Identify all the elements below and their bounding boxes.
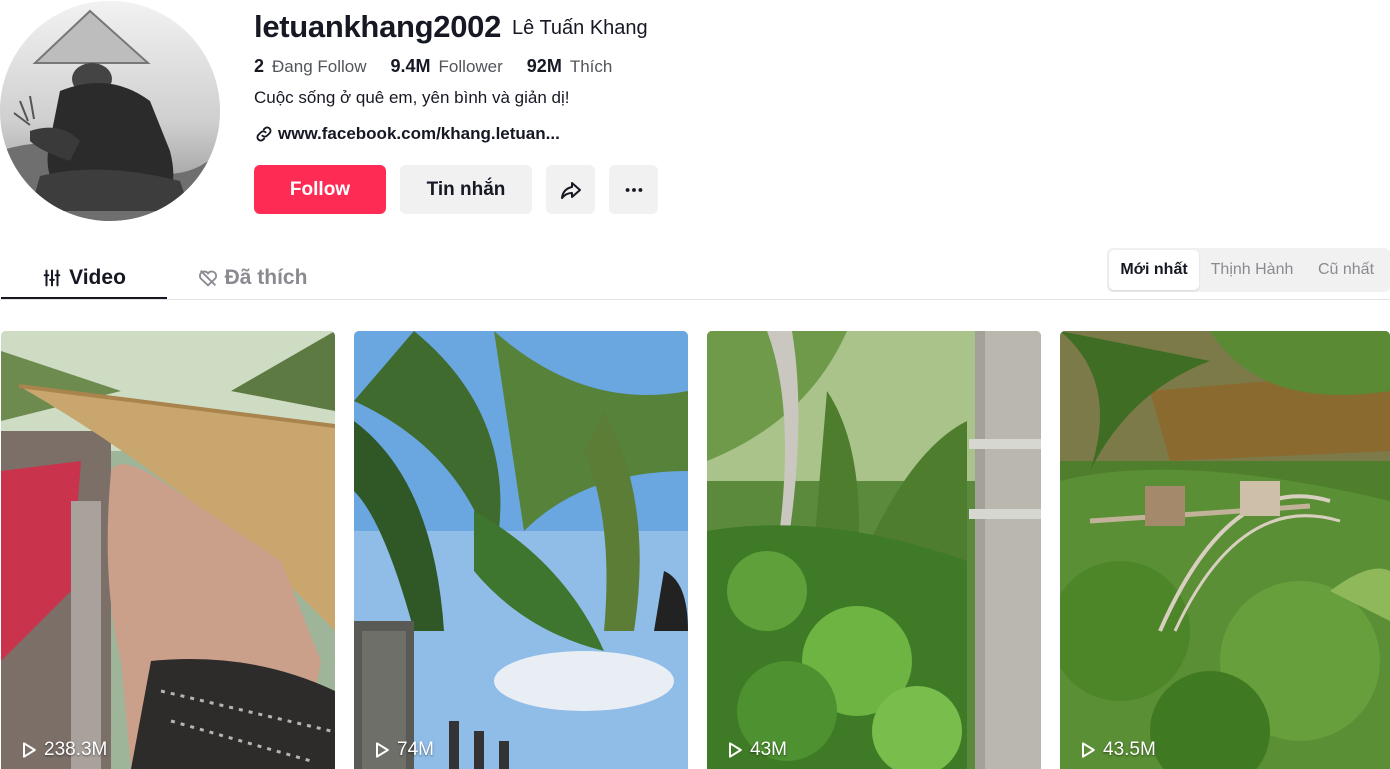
stat-following-count: 2: [254, 56, 265, 76]
grid-icon: [41, 267, 63, 289]
video-thumbnail: [354, 331, 688, 769]
video-card[interactable]: 74M: [354, 331, 688, 769]
video-views: 74M: [372, 739, 434, 761]
profile-link-text: www.facebook.com/khang.letuan...: [278, 124, 560, 143]
profile-bio: Cuộc sống ở quê em, yên bình và giản dị!: [254, 88, 570, 107]
profile-link[interactable]: www.facebook.com/khang.letuan...: [254, 124, 560, 144]
tab-video-label: Video: [69, 266, 126, 289]
video-thumbnail: [707, 331, 1041, 769]
tabs-divider: [0, 299, 1390, 300]
more-dots-icon: [623, 179, 645, 201]
follow-button[interactable]: Follow: [254, 165, 386, 214]
message-button[interactable]: Tin nhắn: [400, 165, 532, 214]
stat-likes-count: 92M: [526, 56, 562, 76]
sort-selector: Mới nhất Thịnh Hành Cũ nhất: [1107, 248, 1390, 292]
stat-following-label: Đang Follow: [272, 57, 367, 76]
play-icon: [19, 740, 39, 760]
play-icon: [725, 740, 745, 760]
stat-followers-count: 9.4M: [390, 56, 431, 76]
more-options-button[interactable]: [609, 165, 658, 214]
sort-trending[interactable]: Thịnh Hành: [1199, 250, 1305, 290]
video-views: 43.5M: [1078, 739, 1156, 761]
video-card[interactable]: 238.3M: [1, 331, 335, 769]
video-thumbnail: [1, 331, 335, 769]
sort-oldest[interactable]: Cũ nhất: [1305, 250, 1387, 290]
stat-followers[interactable]: 9.4M Follower: [391, 56, 503, 77]
video-views: 238.3M: [19, 739, 107, 761]
video-views-count: 74M: [397, 739, 434, 760]
share-icon: [559, 178, 583, 202]
share-button[interactable]: [546, 165, 595, 214]
play-icon: [372, 740, 392, 760]
profile-nickname: Lê Tuấn Khang: [512, 17, 648, 39]
video-views-count: 43.5M: [1103, 739, 1156, 760]
stat-followers-label: Follower: [438, 57, 503, 76]
video-card[interactable]: 43.5M: [1060, 331, 1390, 769]
tab-liked[interactable]: Đã thích: [167, 258, 337, 298]
stat-following[interactable]: 2 Đang Follow: [254, 56, 367, 77]
video-views-count: 238.3M: [44, 739, 108, 760]
avatar-image: [0, 1, 220, 221]
tab-liked-label: Đã thích: [224, 266, 308, 289]
play-icon: [1078, 740, 1098, 760]
video-thumbnail: [1060, 331, 1390, 769]
profile-avatar: [0, 1, 220, 221]
video-views: 43M: [725, 739, 787, 761]
video-views-count: 43M: [750, 739, 787, 760]
liked-heart-icon: [197, 267, 219, 289]
profile-stats: 2 Đang Follow 9.4M Follower 92M Thích: [254, 56, 636, 77]
sort-newest[interactable]: Mới nhất: [1109, 250, 1199, 290]
profile-username: letuankhang2002: [254, 9, 502, 44]
stat-likes-label: Thích: [569, 57, 613, 76]
video-card[interactable]: 43M: [707, 331, 1041, 769]
tab-video[interactable]: Video: [0, 258, 167, 298]
stat-likes: 92M Thích: [527, 56, 613, 77]
link-icon: [254, 124, 274, 144]
